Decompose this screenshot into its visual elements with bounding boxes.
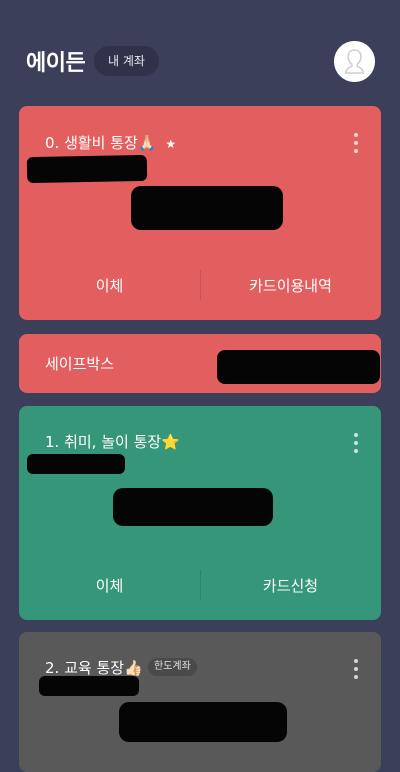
thumbs-up-emoji: 👍🏻 <box>124 659 143 677</box>
redacted-account-number <box>27 454 125 474</box>
card-apply-button[interactable]: 카드신청 <box>200 575 381 596</box>
favorite-star-icon: ★ <box>165 137 177 151</box>
more-menu-icon[interactable] <box>347 132 365 154</box>
redacted-account-number <box>26 154 148 184</box>
star-emoji: ⭐ <box>161 433 180 451</box>
redacted-balance <box>113 488 273 526</box>
redacted-account-number <box>39 676 139 696</box>
my-accounts-chip[interactable]: 내 계좌 <box>94 46 159 76</box>
redacted-balance <box>131 186 283 230</box>
account-title: 1. 취미, 놀이 통장⭐ <box>45 431 180 452</box>
account-title: 0. 생활비 통장🙏🏻 ★ <box>45 132 176 153</box>
account-name: 1. 취미, 놀이 통장 <box>45 433 162 451</box>
safebox-title: 세이프박스 <box>45 355 115 373</box>
account-name: 0. 생활비 통장 <box>45 134 138 152</box>
account-name: 2. 교육 통장 <box>45 659 125 677</box>
user-name: 에이든 <box>26 51 86 76</box>
transfer-button[interactable]: 이체 <box>19 575 200 596</box>
account-card-living[interactable]: 0. 생활비 통장🙏🏻 ★ 이체 카드이용내역 <box>19 106 381 320</box>
redacted-balance <box>119 702 287 742</box>
limit-account-badge: 한도계좌 <box>148 658 197 676</box>
redacted-safebox-balance <box>217 350 380 384</box>
account-card-hobby[interactable]: 1. 취미, 놀이 통장⭐ 이체 카드신청 <box>19 406 381 620</box>
card-history-button[interactable]: 카드이용내역 <box>200 275 381 296</box>
more-menu-icon[interactable] <box>347 658 365 680</box>
app-header: 에이든 내 계좌 <box>0 0 400 100</box>
avatar[interactable] <box>334 41 375 82</box>
transfer-button[interactable]: 이체 <box>19 275 200 296</box>
user-avatar-icon <box>334 41 375 82</box>
pray-emoji: 🙏🏻 <box>137 134 157 152</box>
account-card-education[interactable]: 2. 교육 통장👍🏻 한도계좌 <box>19 632 381 772</box>
account-title: 2. 교육 통장👍🏻 <box>45 657 143 678</box>
safebox-card[interactable]: 세이프박스 <box>19 334 381 393</box>
more-menu-icon[interactable] <box>347 432 365 454</box>
